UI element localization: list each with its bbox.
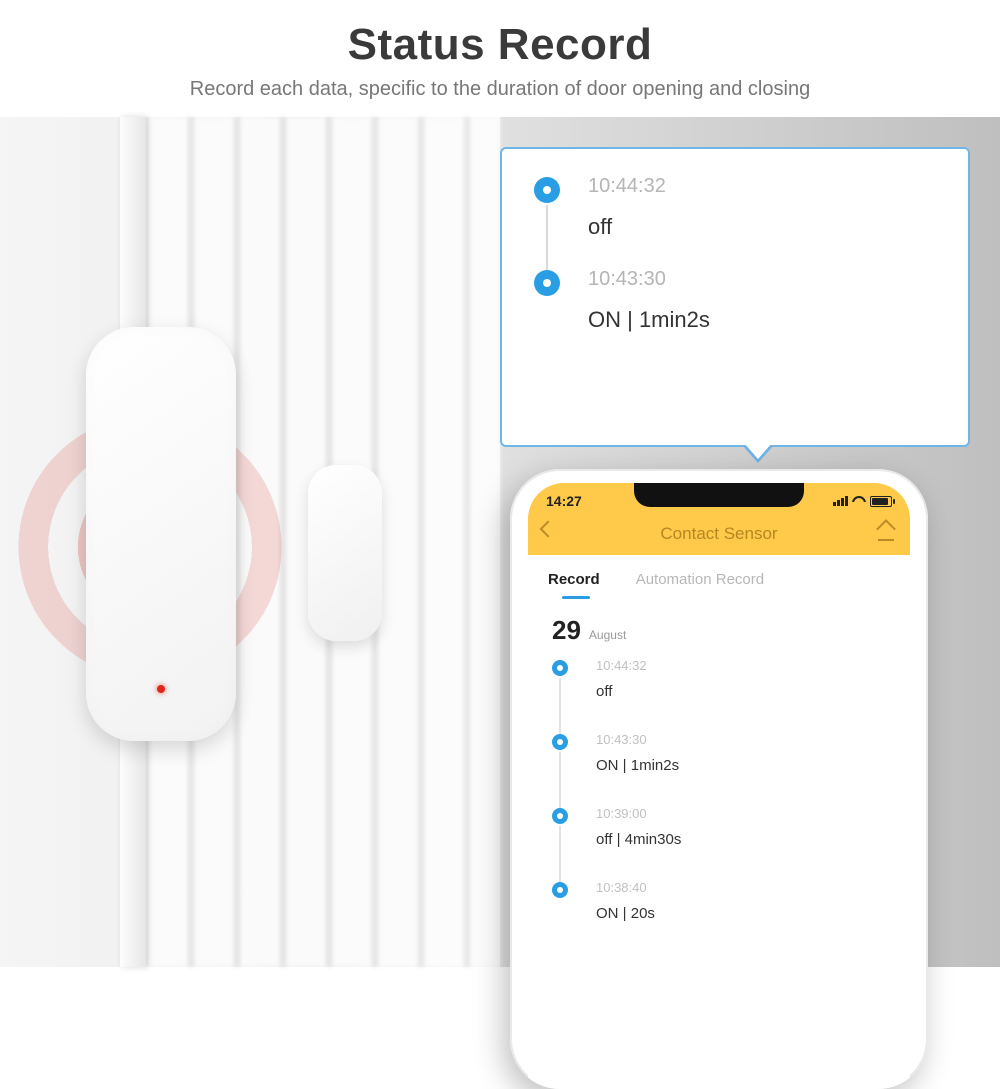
timeline-item[interactable]: 10:44:32 off <box>552 658 886 732</box>
timeline-time: 10:39:00 <box>596 806 886 821</box>
door-sensor-main <box>86 327 236 741</box>
phone-mockup: 14:27 Contact Sensor Record Automation R… <box>510 469 928 1089</box>
tab-record[interactable]: Record <box>548 571 600 598</box>
timeline-connector <box>559 678 561 738</box>
wifi-icon <box>852 496 866 506</box>
edit-icon[interactable] <box>878 525 894 541</box>
timeline-item[interactable]: 10:39:00 off | 4min30s <box>552 806 886 880</box>
tab-automation-record[interactable]: Automation Record <box>636 571 764 598</box>
timeline-dot-icon <box>552 660 568 676</box>
timeline-time: 10:43:30 <box>596 732 886 747</box>
date-month: August <box>589 628 626 642</box>
signal-icon <box>833 496 848 506</box>
status-bar-icons <box>833 496 892 507</box>
timeline-item[interactable]: 10:38:40 ON | 20s <box>552 880 886 954</box>
record-callout: 10:44:32 off 10:43:30 ON | 1min2s <box>500 147 970 447</box>
timeline-time: 10:44:32 <box>596 658 886 673</box>
timeline-connector <box>559 752 561 812</box>
product-scene: 10:44:32 off 10:43:30 ON | 1min2s 14:27 <box>0 117 1000 967</box>
timeline-time: 10:38:40 <box>596 880 886 895</box>
door-sensor-magnet <box>308 465 382 641</box>
timeline-status: ON | 1min2s <box>596 757 886 774</box>
app-title-bar: Contact Sensor <box>528 513 910 555</box>
callout-status: off <box>588 214 938 240</box>
callout-item: 10:44:32 off <box>532 175 938 240</box>
back-icon[interactable] <box>540 521 557 538</box>
callout-time: 10:44:32 <box>588 175 938 198</box>
timeline-status: off <box>596 683 886 700</box>
timeline-dot-icon <box>552 882 568 898</box>
timeline-status: ON | 20s <box>596 905 886 922</box>
timeline-dot-icon <box>534 177 560 203</box>
timeline-item[interactable]: 10:43:30 ON | 1min2s <box>552 732 886 806</box>
page-header: Status Record Record each data, specific… <box>0 0 1000 117</box>
date-header: 29 August <box>528 599 910 654</box>
page-title: Status Record <box>40 20 960 70</box>
callout-status: ON | 1min2s <box>588 307 938 333</box>
date-day: 29 <box>552 615 581 646</box>
tabs: Record Automation Record <box>528 565 910 598</box>
callout-time: 10:43:30 <box>588 268 938 291</box>
app-title: Contact Sensor <box>660 524 777 544</box>
callout-item: 10:43:30 ON | 1min2s <box>532 268 938 333</box>
app-content: Record Automation Record 29 August 10:44… <box>528 555 910 1087</box>
timeline: 10:44:32 off 10:43:30 ON | 1min2s 10:39:… <box>528 654 910 954</box>
timeline-connector <box>559 826 561 886</box>
phone-notch <box>634 483 804 507</box>
timeline-dot-icon <box>552 734 568 750</box>
phone-screen: 14:27 Contact Sensor Record Automation R… <box>528 483 910 1089</box>
page-subtitle: Record each data, specific to the durati… <box>40 78 960 101</box>
sensor-led-icon <box>157 685 165 693</box>
timeline-dot-icon <box>534 270 560 296</box>
status-bar-time: 14:27 <box>546 493 582 509</box>
battery-icon <box>870 496 892 507</box>
timeline-dot-icon <box>552 808 568 824</box>
timeline-status: off | 4min30s <box>596 831 886 848</box>
